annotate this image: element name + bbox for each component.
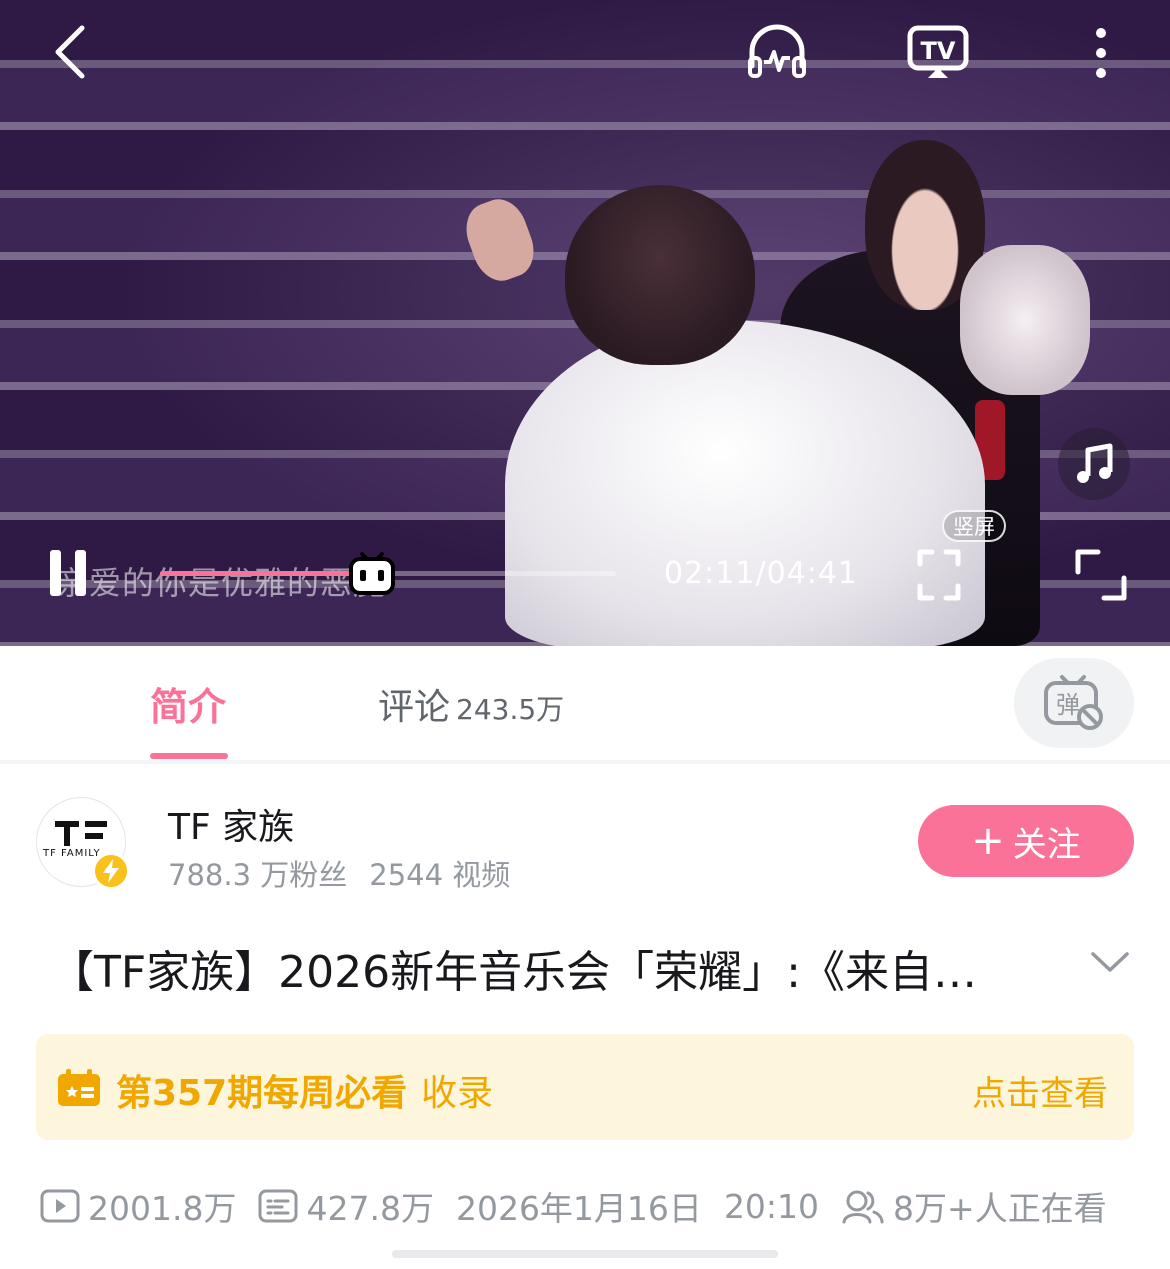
more-vertical-icon[interactable] bbox=[1090, 26, 1112, 80]
viewers-icon bbox=[842, 1190, 884, 1224]
view-collection-link[interactable]: 点击查看 bbox=[972, 1066, 1108, 1115]
weekly-collection-banner[interactable]: 第357期每周必看 收录 点击查看 bbox=[36, 1034, 1134, 1140]
tv-cast-icon[interactable]: TV bbox=[906, 24, 970, 80]
tab-comments-label: 评论 bbox=[378, 687, 451, 728]
bilibili-tv-icon[interactable] bbox=[348, 548, 396, 596]
tab-intro[interactable]: 简介 bbox=[150, 676, 226, 731]
fullscreen-icon[interactable] bbox=[916, 548, 962, 606]
headphones-icon[interactable] bbox=[746, 22, 808, 80]
video-count: 2544 视频 bbox=[369, 858, 511, 892]
watching-count: 8万+人正在看 bbox=[893, 1189, 1107, 1228]
back-chevron-icon[interactable] bbox=[48, 22, 92, 82]
tab-comments[interactable]: 评论 243.5万 bbox=[378, 678, 564, 730]
portrait-mode-button[interactable]: 竖屏 bbox=[942, 510, 1006, 542]
danmaku-toggle-button[interactable]: 弹 bbox=[1014, 658, 1134, 748]
home-indicator bbox=[392, 1250, 778, 1258]
verified-lightning-icon bbox=[92, 852, 130, 890]
comment-count: 243.5万 bbox=[456, 693, 565, 726]
rotate-screen-icon[interactable] bbox=[1074, 548, 1128, 606]
music-button[interactable] bbox=[1058, 428, 1130, 500]
video-stats: 2001.8万 427.8万 2026年1月16日 20:10 8万+人正在看 bbox=[40, 1184, 1129, 1228]
svg-text:TV: TV bbox=[921, 37, 956, 65]
music-note-icon bbox=[1077, 443, 1113, 483]
danmaku-count: 427.8万 bbox=[306, 1189, 434, 1228]
svg-text:弹: 弹 bbox=[1056, 691, 1080, 719]
calendar-star-icon bbox=[58, 1069, 100, 1106]
danmaku-off-icon: 弹 bbox=[1044, 675, 1103, 730]
uploader-stats: 788.3 万粉丝 2544 视频 bbox=[168, 852, 510, 894]
tab-active-indicator bbox=[150, 753, 228, 759]
collection-suffix: 收录 bbox=[421, 1073, 494, 1114]
follow-label: 关注 bbox=[1012, 824, 1081, 865]
performer-hair bbox=[565, 185, 755, 365]
danmaku-count-icon bbox=[258, 1189, 298, 1223]
content-tabs: 简介 评论 243.5万 弹 bbox=[0, 646, 1170, 760]
subtitle-text: 亲爱的你是优雅的恶魔 bbox=[56, 564, 387, 602]
chevron-down-icon[interactable] bbox=[1090, 950, 1130, 978]
follow-button[interactable]: + 关注 bbox=[918, 805, 1134, 877]
video-title[interactable]: 【TF家族】2026新年音乐会「荣耀」:《来自… bbox=[50, 936, 1070, 1000]
plus-icon: + bbox=[971, 818, 1005, 864]
video-player[interactable]: TV 竖屏 亲爱的你是优雅的恶魔 02:11/04:41 bbox=[0, 0, 1170, 646]
playback-time: 02:11/04:41 bbox=[664, 556, 859, 591]
progress-fill bbox=[160, 571, 373, 576]
play-count: 2001.8万 bbox=[88, 1189, 237, 1228]
collection-title: 第357期每周必看 bbox=[116, 1073, 408, 1114]
fan-count: 788.3 万粉丝 bbox=[168, 858, 348, 892]
publish-time: 20:10 bbox=[723, 1186, 820, 1226]
pause-icon[interactable] bbox=[48, 550, 90, 598]
publish-date: 2026年1月16日 bbox=[455, 1189, 702, 1228]
play-count-icon bbox=[40, 1189, 80, 1223]
uploader-name[interactable]: TF 家族 bbox=[168, 798, 294, 850]
